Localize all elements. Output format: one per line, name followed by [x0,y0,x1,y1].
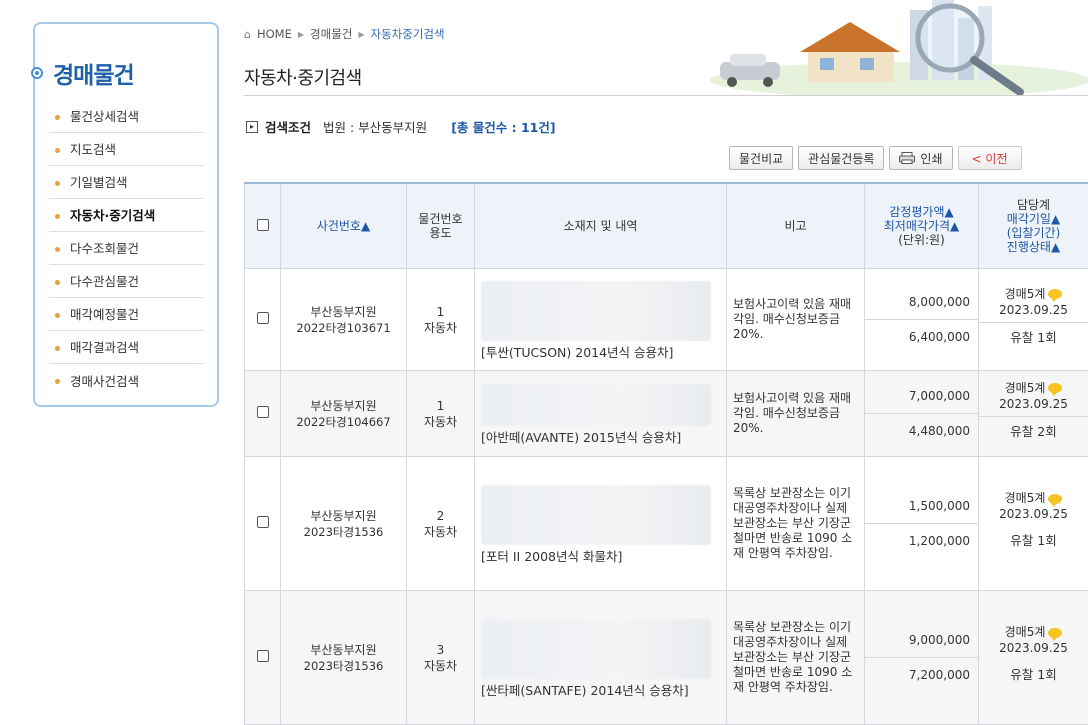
note-cell: 보험사고이력 있음 재매각임. 매수신청보증금 20%. [727,269,865,371]
search-condition: ▸ 검색조건 법원 : 부산동부지원 [총 물건수 : 11건] [246,117,556,136]
sidebar-item-scheduled-sale[interactable]: 매각예정물건 [49,298,204,331]
case-cell[interactable]: 부산동부지원2022타경104667 [281,371,407,457]
location-cell[interactable]: [투싼(TUCSON) 2014년식 승용차] [475,269,727,371]
search-total-count: [총 물건수 : 11건] [451,117,555,136]
sidebar-item-map-search[interactable]: 지도검색 [49,133,204,166]
table-row: 부산동부지원2022타경104667 1자동차 [아반떼(AVANTE) 201… [245,371,1088,457]
item-cell: 1자동차 [407,269,475,371]
breadcrumb-current: 자동차중기검색 [371,26,445,42]
location-cell[interactable]: [아반떼(AVANTE) 2015년식 승용차] [475,371,727,457]
sort-sale-date[interactable]: 매각기일▲ [979,212,1088,226]
bullet-icon [55,115,60,120]
search-court: 법원 : 부산동부지원 [323,117,427,136]
note-cell: 목록상 보관장소는 이기대공영주차장이나 실제 보관장소는 부산 기장군 철마면… [727,457,865,591]
status-cell: 경매5계 2023.09.25 유찰 2회 [979,371,1088,457]
sidebar-item-most-viewed[interactable]: 다수조회물건 [49,232,204,265]
sidebar-menu: 물건상세검색 지도검색 기일별검색 자동차·중기검색 다수조회물건 다수관심물건… [49,100,204,397]
location-cell[interactable]: [포터 II 2008년식 화물차] [475,457,727,591]
home-icon: ⌂ [244,28,251,41]
bullet-icon [55,148,60,153]
status-cell: 경매5계 2023.09.25 유찰 1회 [979,269,1088,371]
chevron-right-icon: ▶ [298,30,304,39]
price-cell: 9,000,0007,200,000 [865,591,979,725]
watch-register-button[interactable]: 관심물건등록 [798,146,884,170]
select-all-checkbox[interactable] [257,219,269,231]
case-cell[interactable]: 부산동부지원2023타경1536 [281,457,407,591]
sidebar-item-detail-search[interactable]: 물건상세검색 [49,100,204,133]
bullet-icon [55,181,60,186]
status-cell: 경매5계 2023.09.25 유찰 1회 [979,591,1088,725]
bullet-icon [55,214,60,219]
header-price: 감정평가액▲ 최저매각가격▲ (단위:원) [865,183,979,269]
breadcrumb-home[interactable]: HOME [257,27,292,41]
sidebar-item-vehicle-search[interactable]: 자동차·중기검색 [49,199,204,232]
speech-bubble-icon[interactable] [1048,628,1062,638]
toolbar: 물건비교 관심물건등록 인쇄 < 이전 [729,146,1022,170]
speech-bubble-icon[interactable] [1048,289,1062,299]
vehicle-photo[interactable] [481,384,711,426]
bullet-icon [55,346,60,351]
header-location: 소재지 및 내역 [475,183,727,269]
bullet-icon [55,247,60,252]
speech-bubble-icon[interactable] [1048,383,1062,393]
sort-appraisal[interactable]: 감정평가액▲ [865,205,978,219]
chevron-right-icon: ▶ [358,30,364,39]
row-checkbox[interactable] [257,516,269,528]
price-cell: 8,000,0006,400,000 [865,269,979,371]
page-title: 자동차·중기검색 [244,64,362,90]
note-cell: 목록상 보관장소는 이기대공영주차장이나 실제 보관장소는 부산 기장군 철마면… [727,591,865,725]
table-row: 부산동부지원2022타경103671 1자동차 [투싼(TUCSON) 2014… [245,269,1088,371]
compare-button[interactable]: 물건비교 [729,146,793,170]
item-cell: 1자동차 [407,371,475,457]
bullet-icon [55,280,60,285]
bullet-icon [31,67,43,79]
table-row: 부산동부지원2023타경1536 3자동차 [싼타페(SANTAFE) 2014… [245,591,1088,725]
item-cell: 3자동차 [407,591,475,725]
print-button[interactable]: 인쇄 [889,146,952,170]
item-cell: 2자동차 [407,457,475,591]
header-note: 비고 [727,183,865,269]
sidebar: 경매물건 물건상세검색 지도검색 기일별검색 자동차·중기검색 다수조회물건 다… [33,22,219,407]
sidebar-title: 경매물건 [31,56,134,90]
vehicle-photo[interactable] [481,281,711,341]
results-table: 사건번호▲ 물건번호용도 소재지 및 내역 비고 감정평가액▲ 최저매각가격▲ … [244,182,1088,725]
vehicle-photo[interactable] [481,619,711,679]
note-cell: 보험사고이력 있음 재매각임. 매수신청보증금 20%. [727,371,865,457]
sort-minimum[interactable]: 최저매각가격▲ [865,219,978,233]
header-status: 담당계 매각기일▲ (입찰기간) 진행상태▲ [979,183,1088,269]
bullet-icon [55,313,60,318]
bullet-icon [55,379,60,384]
prev-button[interactable]: < 이전 [958,146,1022,170]
location-cell[interactable]: [싼타페(SANTAFE) 2014년식 승용차] [475,591,727,725]
case-cell[interactable]: 부산동부지원2023타경1536 [281,591,407,725]
row-checkbox[interactable] [257,406,269,418]
status-cell: 경매5계 2023.09.25 유찰 1회 [979,457,1088,591]
arrow-right-box-icon: ▸ [246,121,258,133]
header-illustration [700,0,1088,96]
sidebar-item-date-search[interactable]: 기일별검색 [49,166,204,199]
header-case-no[interactable]: 사건번호▲ [281,183,407,269]
row-checkbox[interactable] [257,650,269,662]
row-checkbox[interactable] [257,312,269,324]
printer-icon [899,152,915,164]
table-row: 부산동부지원2023타경1536 2자동차 [포터 II 2008년식 화물차]… [245,457,1088,591]
sidebar-item-sale-results[interactable]: 매각결과검색 [49,331,204,364]
breadcrumb: ⌂ HOME ▶ 경매물건 ▶ 자동차중기검색 [244,26,445,42]
sidebar-item-most-watched[interactable]: 다수관심물건 [49,265,204,298]
header-item-no: 물건번호용도 [407,183,475,269]
vehicle-photo[interactable] [481,485,711,545]
sidebar-item-case-search[interactable]: 경매사건검색 [49,364,204,397]
price-cell: 1,500,0001,200,000 [865,457,979,591]
price-cell: 7,000,0004,480,000 [865,371,979,457]
header-divider [244,95,1088,96]
search-condition-label: 검색조건 [265,117,311,136]
sort-status[interactable]: 진행상태▲ [979,240,1088,254]
breadcrumb-auction-items[interactable]: 경매물건 [310,26,352,42]
table-header-row: 사건번호▲ 물건번호용도 소재지 및 내역 비고 감정평가액▲ 최저매각가격▲ … [245,183,1088,269]
header-checkbox-cell [245,183,281,269]
case-cell[interactable]: 부산동부지원2022타경103671 [281,269,407,371]
speech-bubble-icon[interactable] [1048,494,1062,504]
